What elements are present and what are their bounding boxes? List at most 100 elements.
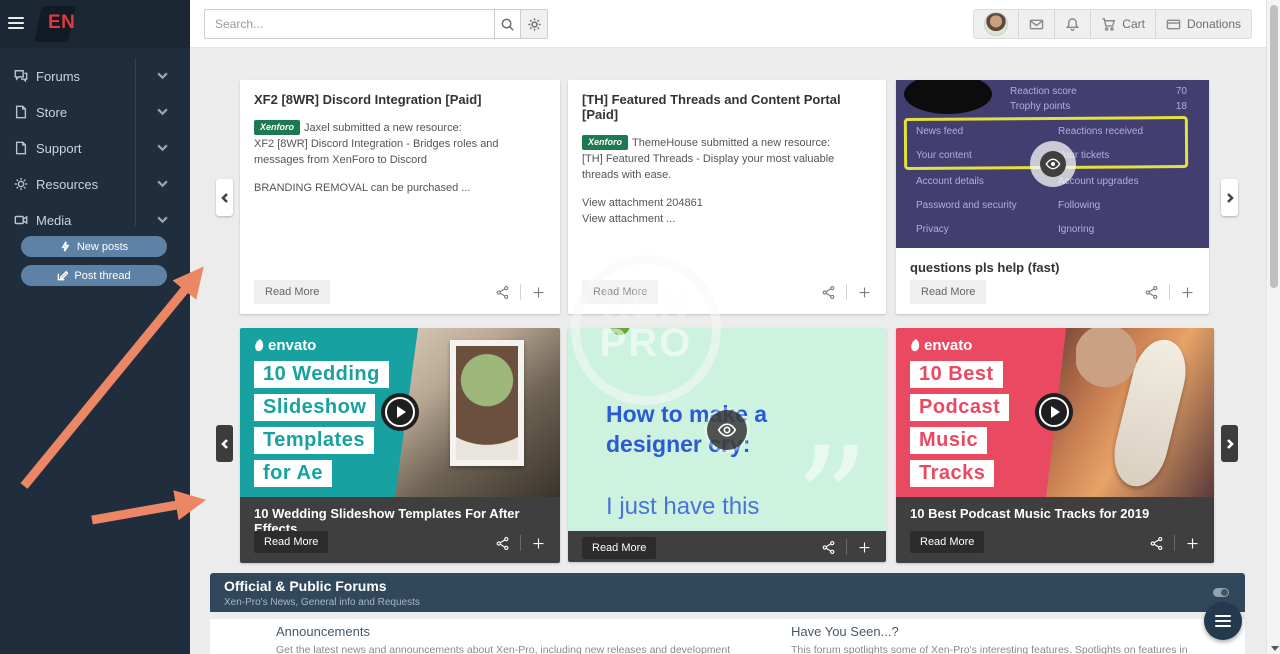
preview-eye-button[interactable] xyxy=(1030,141,1076,187)
sidebar-item-store[interactable]: Store xyxy=(0,94,190,130)
collapse-toggle-icon[interactable] xyxy=(1213,588,1229,597)
chevron-down-icon[interactable] xyxy=(157,106,168,117)
scrollbar-thumb[interactable] xyxy=(1270,5,1278,288)
read-more-button[interactable]: Read More xyxy=(582,280,658,304)
cart-button[interactable]: Cart xyxy=(1090,10,1155,38)
forum-description: This forum spotlights some of Xen-Pro's … xyxy=(791,643,1231,654)
icon-divider xyxy=(520,284,521,300)
new-posts-button[interactable]: New posts xyxy=(21,236,167,257)
search-input[interactable] xyxy=(204,9,494,39)
share-icon[interactable] xyxy=(1144,285,1159,300)
account-avatar[interactable] xyxy=(974,10,1018,38)
chevron-down-icon[interactable] xyxy=(157,142,168,153)
stat-label: Trophy points xyxy=(1010,101,1070,112)
thread-excerpt: [TH] Featured Threads - Display your mos… xyxy=(582,152,872,184)
sidebar-item-resources[interactable]: Resources xyxy=(0,166,190,202)
preview-eye-button[interactable] xyxy=(707,410,747,450)
chevron-down-icon[interactable] xyxy=(157,70,168,81)
attachment-link[interactable]: View attachment 204861 xyxy=(582,196,872,212)
carousel2-next-button[interactable] xyxy=(1221,425,1238,462)
share-icon[interactable] xyxy=(495,285,510,300)
attachment-link-2[interactable]: View attachment ... xyxy=(582,212,872,228)
forum-description: Get the latest news and announcements ab… xyxy=(276,643,746,654)
donations-button[interactable]: Donations xyxy=(1155,10,1251,38)
search-button[interactable] xyxy=(494,9,521,39)
icon-divider xyxy=(1174,535,1175,551)
icon-divider xyxy=(846,284,847,300)
xenforo-badge: Xenforo xyxy=(254,120,300,135)
play-button[interactable] xyxy=(1035,393,1073,431)
thread-card-questions: Reaction score 70 Trophy points 18 News … xyxy=(896,80,1209,314)
plus-icon[interactable] xyxy=(1185,536,1200,551)
read-more-button[interactable]: Read More xyxy=(254,280,330,304)
page-scrollbar[interactable] xyxy=(1266,0,1280,654)
media-title[interactable]: 10 Best Podcast Music Tracks for 2019 xyxy=(910,506,1149,521)
file-icon xyxy=(14,141,28,155)
menu-item: Ignoring xyxy=(1058,224,1094,235)
gear-icon xyxy=(14,177,28,191)
redacted-avatar-blob xyxy=(904,80,992,114)
thumb-text-line: Podcast xyxy=(910,394,1009,421)
media-card-designer: ” How to make a designer cry: I just hav… xyxy=(568,328,886,562)
new-posts-label: New posts xyxy=(77,241,128,253)
forum-node-have-you-seen: Have You Seen...? This forum spotlights … xyxy=(791,624,1231,654)
share-icon[interactable] xyxy=(821,285,836,300)
cart-label: Cart xyxy=(1122,17,1145,31)
sidebar-item-forums[interactable]: Forums xyxy=(0,58,190,94)
share-icon[interactable] xyxy=(821,540,836,555)
thread-meta: ThemeHouse submitted a new resource: xyxy=(632,137,830,149)
sidebar-item-label: Support xyxy=(36,141,82,156)
chevron-down-icon[interactable] xyxy=(157,178,168,189)
stat-label: Reaction score xyxy=(1010,86,1077,97)
menu-icon[interactable] xyxy=(8,17,24,32)
scrollbar-down-arrow-icon[interactable] xyxy=(1271,646,1279,651)
thread-title[interactable]: XF2 [8WR] Discord Integration [Paid] xyxy=(254,92,546,107)
video-thumbnail[interactable]: envato 10 Best Podcast Music Tracks xyxy=(896,328,1214,497)
messages-button[interactable] xyxy=(1018,10,1054,38)
category-title[interactable]: Official & Public Forums xyxy=(224,578,387,594)
sidebar-item-support[interactable]: Support xyxy=(0,130,190,166)
floating-menu-button[interactable] xyxy=(1204,602,1242,640)
carousel2-prev-button[interactable] xyxy=(216,425,233,462)
carousel1-prev-button[interactable] xyxy=(216,179,233,216)
post-thread-button[interactable]: Post thread xyxy=(21,265,167,286)
thread-excerpt: XF2 [8WR] Discord Integration - Bridges … xyxy=(254,137,546,169)
read-more-button[interactable]: Read More xyxy=(254,531,328,553)
menu-item: Password and security xyxy=(916,200,1017,211)
thread-title[interactable]: questions pls help (fast) xyxy=(910,260,1060,275)
lightning-icon xyxy=(60,241,71,252)
plus-icon[interactable] xyxy=(531,536,546,551)
search-options-button[interactable] xyxy=(521,9,548,39)
plus-icon[interactable] xyxy=(1180,285,1195,300)
thumbnail-photo xyxy=(395,328,560,497)
media-thumbnail[interactable]: ” How to make a designer cry: I just hav… xyxy=(568,328,886,531)
forum-node-announcements: Announcements Get the latest news and an… xyxy=(276,624,746,654)
cart-icon xyxy=(1101,17,1116,32)
search-group xyxy=(204,9,548,39)
plus-icon[interactable] xyxy=(531,285,546,300)
thread-screenshot: Reaction score 70 Trophy points 18 News … xyxy=(896,80,1209,248)
share-icon[interactable] xyxy=(495,536,510,551)
eye-icon xyxy=(1040,151,1066,177)
post-thread-label: Post thread xyxy=(74,270,130,282)
forum-link[interactable]: Announcements xyxy=(276,624,746,639)
thread-title[interactable]: [TH] Featured Threads and Content Portal… xyxy=(582,92,872,122)
read-more-button[interactable]: Read More xyxy=(910,531,984,553)
read-more-button[interactable]: Read More xyxy=(582,537,656,559)
envato-leaf-icon xyxy=(910,339,920,353)
carousel1-next-button[interactable] xyxy=(1221,179,1238,216)
thumb-text-line: for Ae xyxy=(254,460,332,487)
video-thumbnail[interactable]: envato 10 Wedding Slideshow Templates fo… xyxy=(240,328,560,497)
sidebar-item-media[interactable]: Media xyxy=(0,202,190,238)
plus-icon[interactable] xyxy=(857,540,872,555)
alerts-button[interactable] xyxy=(1054,10,1090,38)
read-more-button[interactable]: Read More xyxy=(910,280,986,304)
forum-link[interactable]: Have You Seen...? xyxy=(791,624,1231,639)
gear-icon xyxy=(527,17,542,32)
thumb-text-line: 10 Best xyxy=(910,361,1003,388)
play-button[interactable] xyxy=(381,393,419,431)
plus-icon[interactable] xyxy=(857,285,872,300)
chevron-down-icon[interactable] xyxy=(157,214,168,225)
forum-node-row: Announcements Get the latest news and an… xyxy=(210,619,1245,654)
share-icon[interactable] xyxy=(1149,536,1164,551)
